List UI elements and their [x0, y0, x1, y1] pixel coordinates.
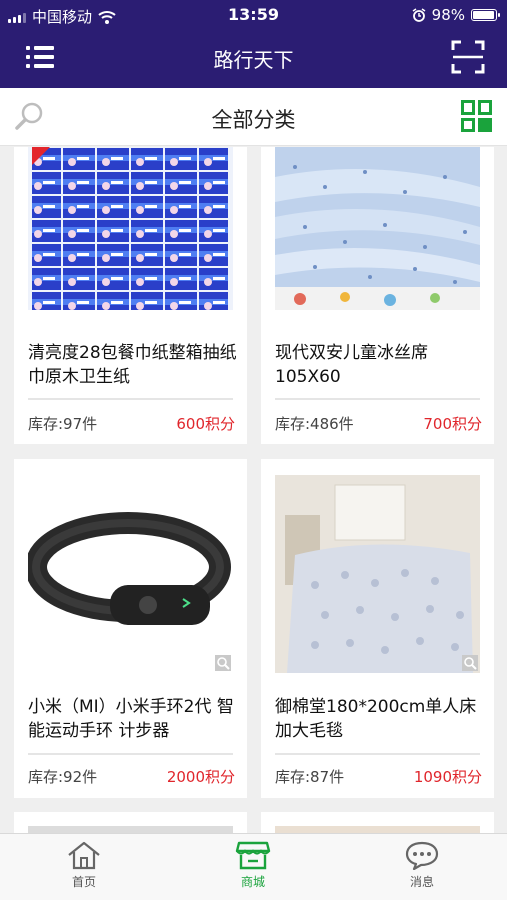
nav-bar: 路行天下 — [0, 30, 507, 88]
product-image — [275, 475, 480, 673]
product-card[interactable] — [261, 812, 494, 833]
category-bar: 全部分类 — [0, 88, 507, 146]
tab-label: 首页 — [71, 875, 96, 889]
top-bar: 中国移动 13:59 98% 路行天下 — [0, 0, 507, 88]
tab-home[interactable]: 首页 — [34, 840, 134, 890]
product-image — [275, 147, 480, 310]
divider — [28, 398, 233, 400]
product-image — [28, 147, 233, 310]
product-price: 700积分 — [423, 415, 482, 433]
product-stock: 库存:97件 — [28, 415, 98, 433]
product-name: 清亮度28包餐巾纸整箱抽纸巾原木卫生纸 — [28, 343, 237, 387]
bottom-tab-bar: 首页 商城 消息 — [0, 833, 507, 900]
tissue-box-image — [32, 147, 228, 310]
product-stock: 库存:92件 — [28, 768, 98, 786]
product-card[interactable]: 御棉堂180*200cm单人床加大毛毯 库存:87件 1090积分 — [261, 459, 494, 798]
divider — [275, 753, 480, 755]
grid-view-icon[interactable] — [461, 100, 493, 132]
product-image — [28, 475, 233, 673]
divider — [275, 398, 480, 400]
alarm-icon — [412, 8, 426, 22]
page-title: 路行天下 — [213, 48, 294, 72]
message-icon — [405, 841, 439, 870]
zoom-icon[interactable] — [215, 655, 231, 671]
zoom-icon[interactable] — [462, 655, 478, 671]
product-name: 御棉堂180*200cm单人床加大毛毯 — [275, 697, 477, 741]
store-icon — [235, 841, 271, 870]
product-image — [275, 826, 480, 833]
product-grid: 清亮度28包餐巾纸整箱抽纸巾原木卫生纸 库存:97件 600积分 现代双安儿童冰… — [0, 147, 507, 833]
tab-messages[interactable]: 消息 — [372, 840, 472, 890]
product-image — [28, 826, 233, 833]
product-price: 1090积分 — [413, 768, 482, 786]
fitness-band-image — [28, 512, 231, 625]
battery-percent: 98% — [431, 6, 465, 24]
status-right: 98% — [412, 6, 500, 24]
product-stock: 库存:87件 — [275, 768, 345, 786]
tab-store[interactable]: 商城 — [203, 840, 303, 890]
product-stock: 库存:486件 — [275, 415, 354, 433]
bed-mat-image — [275, 147, 480, 310]
status-bar: 中国移动 13:59 98% — [0, 0, 507, 30]
home-icon — [68, 841, 100, 870]
product-price: 600积分 — [176, 415, 235, 433]
blanket-image — [275, 475, 480, 673]
product-name: 小米（MI）小米手环2代 智能运动手环 计步器 — [28, 697, 234, 741]
tab-label: 消息 — [409, 875, 434, 889]
product-price: 2000积分 — [166, 768, 235, 786]
divider — [28, 753, 233, 755]
category-title[interactable]: 全部分类 — [0, 104, 507, 134]
product-name: 现代双安儿童冰丝席105X60 — [275, 343, 428, 387]
scan-icon[interactable] — [451, 40, 485, 74]
product-card[interactable] — [14, 812, 247, 833]
tab-label: 商城 — [240, 875, 265, 889]
product-card[interactable]: 清亮度28包餐巾纸整箱抽纸巾原木卫生纸 库存:97件 600积分 — [14, 147, 247, 444]
product-card[interactable]: 现代双安儿童冰丝席105X60 库存:486件 700积分 — [261, 147, 494, 444]
battery-icon — [471, 9, 500, 21]
product-card[interactable]: 小米（MI）小米手环2代 智能运动手环 计步器 库存:92件 2000积分 — [14, 459, 247, 798]
